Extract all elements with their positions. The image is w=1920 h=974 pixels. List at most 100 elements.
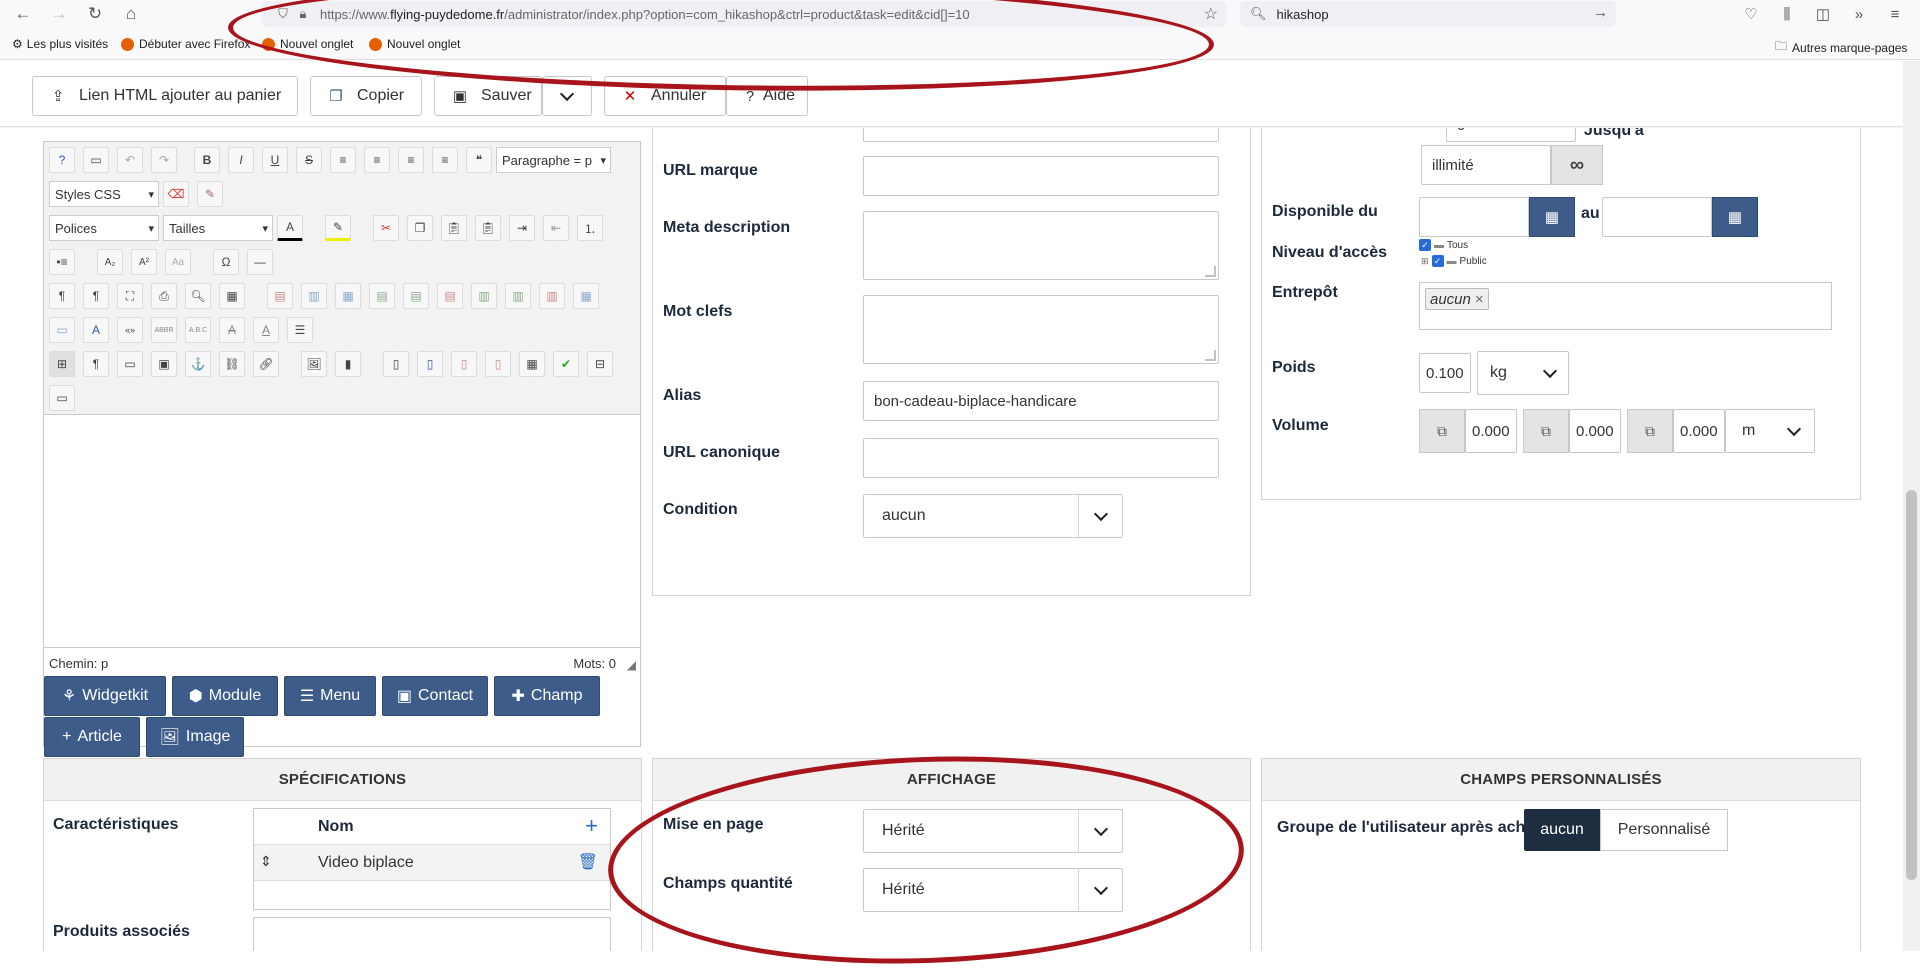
bookmark-most-visited[interactable]: ⚙ Les plus visités bbox=[12, 37, 108, 51]
warehouse-field[interactable]: aucun × bbox=[1419, 282, 1832, 330]
visual-chars-icon[interactable]: ¶ bbox=[83, 351, 109, 377]
layer-icon[interactable]: ▣ bbox=[151, 351, 177, 377]
styles-select[interactable]: Styles CSS bbox=[49, 181, 159, 207]
bullet-list-icon[interactable]: •≡ bbox=[49, 249, 75, 275]
height-field[interactable]: 0.000 bbox=[1673, 409, 1725, 453]
champ-button[interactable]: ✚ Champ bbox=[494, 676, 600, 716]
alias-field[interactable]: bon-cadeau-biplace-handicare bbox=[863, 381, 1219, 421]
access-node-all[interactable]: ✓ ▬ Tous bbox=[1419, 239, 1487, 251]
image-button[interactable]: 🖼︎ Image bbox=[146, 717, 244, 757]
module-button[interactable]: ⬢ Module bbox=[172, 676, 278, 716]
rtl-icon[interactable]: ¶ bbox=[83, 283, 109, 309]
calendar-icon[interactable]: ▦ bbox=[1712, 197, 1758, 237]
preview-icon[interactable]: ▭ bbox=[49, 385, 75, 411]
font-select[interactable]: Polices bbox=[49, 215, 159, 241]
library-icon[interactable]: ⫼ bbox=[1776, 4, 1798, 24]
width-field[interactable]: 0.000 bbox=[1569, 409, 1621, 453]
abbr-icon[interactable]: ABBR bbox=[151, 317, 177, 343]
ins-icon[interactable]: A bbox=[253, 317, 279, 343]
trash-icon[interactable]: 🗑︎ bbox=[578, 852, 598, 872]
underline-icon[interactable]: U bbox=[262, 147, 288, 173]
pocket-icon[interactable]: ♡ bbox=[1740, 4, 1762, 24]
insert-col-after-icon[interactable]: ▥ bbox=[505, 283, 531, 309]
paragraph-select[interactable]: Paragraphe = p bbox=[496, 147, 611, 173]
help-button[interactable]: ? Aide bbox=[726, 76, 808, 116]
acronym-icon[interactable]: A.B.C bbox=[185, 317, 211, 343]
meta-description-field[interactable] bbox=[863, 211, 1219, 280]
doc-icon[interactable]: ▯ bbox=[417, 351, 443, 377]
find-icon[interactable]: 🔍︎ bbox=[185, 283, 211, 309]
editor-content-area[interactable] bbox=[44, 416, 640, 646]
reload-icon[interactable]: ↻ bbox=[84, 4, 106, 24]
menu-icon[interactable]: ≡ bbox=[1884, 4, 1906, 24]
drag-handle-icon[interactable]: ⇕ bbox=[260, 853, 272, 870]
anchor-icon[interactable]: ⚓ bbox=[185, 351, 211, 377]
home-icon[interactable]: ⌂ bbox=[120, 4, 142, 24]
delete-col-icon[interactable]: ▥ bbox=[539, 283, 565, 309]
sidebar-icon[interactable]: ◫ bbox=[1812, 4, 1834, 24]
outdent-icon[interactable]: ⇤ bbox=[543, 215, 569, 241]
size-select[interactable]: Tailles bbox=[163, 215, 273, 241]
help-icon[interactable]: ? bbox=[49, 147, 75, 173]
unlink-icon[interactable]: ⛓ bbox=[219, 351, 245, 377]
file-icon[interactable]: ▯ bbox=[383, 351, 409, 377]
article-button[interactable]: + Article bbox=[44, 717, 140, 757]
align-right-icon[interactable]: ≡ bbox=[432, 147, 458, 173]
attributes-icon[interactable]: ☰ bbox=[287, 317, 313, 343]
align-left-icon[interactable]: ≡ bbox=[398, 147, 424, 173]
bold-icon[interactable]: B bbox=[194, 147, 220, 173]
visual-aid-icon[interactable]: ⊞ bbox=[49, 351, 75, 377]
back-icon[interactable]: ← bbox=[12, 4, 34, 24]
align-center-icon[interactable]: ≡ bbox=[364, 147, 390, 173]
bookmark-new-tab-2[interactable]: Nouvel onglet bbox=[369, 37, 460, 51]
url-canonique-field[interactable] bbox=[863, 438, 1219, 478]
url-marque-field[interactable] bbox=[863, 156, 1219, 196]
paste-text-icon[interactable]: 📋︎ bbox=[475, 215, 501, 241]
style-props-icon[interactable]: A bbox=[83, 317, 109, 343]
access-node-public[interactable]: ⊞ ✓ ▬ Public bbox=[1421, 255, 1487, 267]
eraser-icon[interactable]: ⌫ bbox=[163, 181, 189, 207]
keywords-field[interactable] bbox=[863, 295, 1219, 364]
length-field[interactable]: 0.000 bbox=[1465, 409, 1517, 453]
search-bar[interactable]: 🔍︎ hikashop → bbox=[1240, 1, 1616, 27]
undo-icon[interactable]: ↶ bbox=[117, 147, 143, 173]
scrollbar-thumb[interactable] bbox=[1906, 490, 1917, 880]
case-icon[interactable]: Aa bbox=[165, 249, 191, 275]
volume-unit-select[interactable]: m bbox=[1725, 409, 1815, 453]
resize-handle-icon[interactable]: ◢ bbox=[627, 658, 636, 672]
highlight-icon[interactable]: ✎ bbox=[325, 215, 351, 241]
link-icon[interactable]: 🔗︎ bbox=[253, 351, 279, 377]
blocks-icon[interactable]: ▦ bbox=[519, 351, 545, 377]
unlimited-field[interactable]: illimité bbox=[1421, 145, 1551, 185]
add-to-cart-html-button[interactable]: ⇪ Lien HTML ajouter au panier bbox=[32, 76, 298, 116]
forward-icon[interactable]: → bbox=[48, 4, 70, 24]
calendar-icon[interactable]: ▦ bbox=[1529, 197, 1575, 237]
insert-row-after-icon[interactable]: ▤ bbox=[403, 283, 429, 309]
italic-icon[interactable]: I bbox=[228, 147, 254, 173]
doc-x-icon[interactable]: ▯ bbox=[485, 351, 511, 377]
user-group-toggle-none[interactable]: aucun bbox=[1524, 809, 1600, 851]
ltr-icon[interactable]: ¶ bbox=[49, 283, 75, 309]
media-icon[interactable]: ▮ bbox=[335, 351, 361, 377]
bookmark-getting-started[interactable]: Débuter avec Firefox bbox=[121, 37, 250, 51]
spellcheck-icon[interactable]: ✔ bbox=[553, 351, 579, 377]
menu-button[interactable]: ☰ Menu bbox=[284, 676, 376, 716]
contact-button[interactable]: ▣ Contact bbox=[382, 676, 488, 716]
end-date-field[interactable] bbox=[1602, 197, 1712, 237]
start-date-field[interactable] bbox=[1419, 197, 1529, 237]
infinity-button[interactable]: ∞ bbox=[1551, 145, 1603, 185]
fullscreen-icon[interactable]: ⛶ bbox=[117, 283, 143, 309]
copy-button[interactable]: ❐ Copier bbox=[310, 76, 422, 116]
close-icon[interactable]: × bbox=[1475, 291, 1484, 308]
cite-icon[interactable]: «» bbox=[117, 317, 143, 343]
insert-row-icon[interactable]: ▤ bbox=[369, 283, 395, 309]
warehouse-tag[interactable]: aucun × bbox=[1425, 288, 1489, 310]
pagebreak-icon[interactable]: ⊟ bbox=[587, 351, 613, 377]
cancel-button[interactable]: ✕ Annuler bbox=[604, 76, 726, 116]
table-cell-icon[interactable]: ▦ bbox=[335, 283, 361, 309]
add-icon[interactable]: + bbox=[585, 813, 598, 839]
strikethrough-icon[interactable]: S bbox=[296, 147, 322, 173]
doc-red-icon[interactable]: ▯ bbox=[451, 351, 477, 377]
align-justify-icon[interactable]: ≡ bbox=[330, 147, 356, 173]
search-go-icon[interactable]: → bbox=[1593, 4, 1608, 21]
